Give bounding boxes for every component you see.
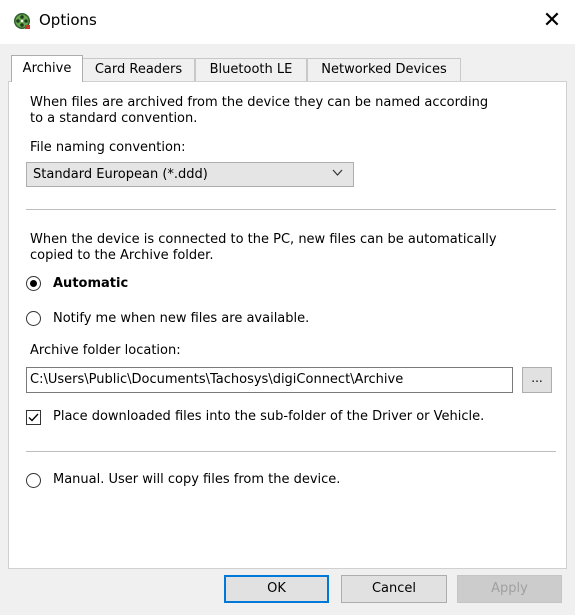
subfolder-checkbox[interactable] <box>26 410 41 425</box>
ok-button-label: OK <box>267 581 286 596</box>
ok-button[interactable]: OK <box>224 575 329 603</box>
title-bar: Options ✕ <box>0 0 575 44</box>
automatic-radio[interactable] <box>26 276 41 291</box>
subfolder-checkbox-label[interactable]: Place downloaded files into the sub-fold… <box>53 409 484 425</box>
cancel-button[interactable]: Cancel <box>341 575 447 603</box>
tab-archive[interactable]: Archive <box>11 55 83 82</box>
divider <box>26 451 556 452</box>
close-icon: ✕ <box>542 8 562 33</box>
close-button[interactable]: ✕ <box>538 8 566 34</box>
cancel-button-label: Cancel <box>371 581 417 596</box>
checkmark-icon <box>28 413 39 422</box>
tab-card-readers[interactable]: Card Readers <box>82 58 195 81</box>
connect-text-line1: When the device is connected to the PC, … <box>30 232 497 247</box>
tab-networked-devices-label: Networked Devices <box>321 62 447 77</box>
automatic-radio-label[interactable]: Automatic <box>53 276 128 292</box>
archive-folder-input[interactable]: C:\Users\Public\Documents\Tachosys\digiC… <box>26 367 513 393</box>
manual-radio[interactable] <box>26 473 41 488</box>
naming-convention-dropdown[interactable]: Standard European (*.ddd) <box>26 162 354 187</box>
manual-radio-label[interactable]: Manual. User will copy files from the de… <box>53 472 340 488</box>
connect-text-line2: copied to the Archive folder. <box>30 248 214 263</box>
intro-text-line1: When files are archived from the device … <box>30 95 489 110</box>
archive-folder-path: C:\Users\Public\Documents\Tachosys\digiC… <box>30 372 404 387</box>
apply-button[interactable]: Apply <box>457 575 562 603</box>
naming-convention-value: Standard European (*.ddd) <box>33 167 208 182</box>
tab-card-readers-label: Card Readers <box>94 62 183 77</box>
film-reel-icon <box>14 13 30 29</box>
apply-button-label: Apply <box>491 581 528 596</box>
window-title: Options <box>39 11 97 29</box>
naming-convention-label: File naming convention: <box>30 140 186 155</box>
tab-bluetooth-le-label: Bluetooth LE <box>209 62 293 77</box>
browse-button[interactable]: ... <box>522 367 552 393</box>
notify-radio[interactable] <box>26 311 41 326</box>
tab-bluetooth-le[interactable]: Bluetooth LE <box>195 58 307 81</box>
divider <box>26 209 556 210</box>
notify-radio-label[interactable]: Notify me when new files are available. <box>53 311 309 327</box>
browse-button-label: ... <box>531 371 543 385</box>
tab-archive-label: Archive <box>22 61 72 76</box>
radio-selected-dot <box>30 280 37 287</box>
intro-text-line2: to a standard convention. <box>30 111 198 126</box>
chevron-down-icon <box>332 169 343 176</box>
tab-networked-devices[interactable]: Networked Devices <box>307 58 461 81</box>
archive-folder-label: Archive folder location: <box>30 343 181 358</box>
